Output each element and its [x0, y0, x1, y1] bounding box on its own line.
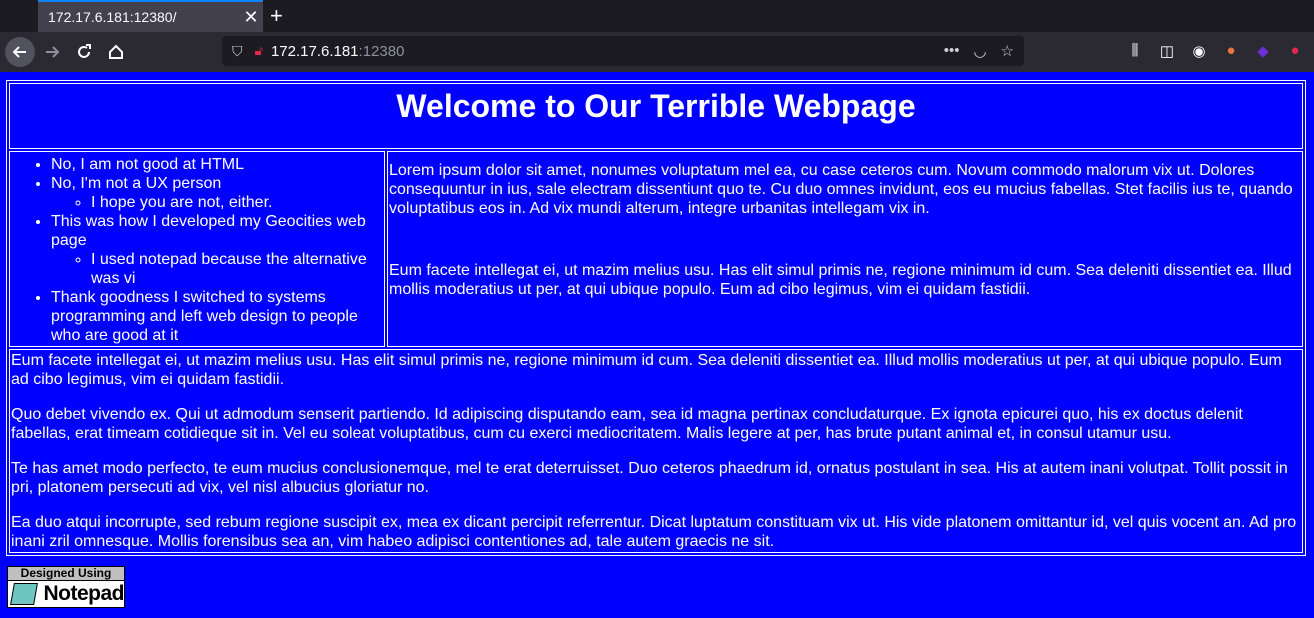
extension-red-icon[interactable]: ● [1286, 42, 1304, 60]
badge-caption: Designed Using [7, 566, 125, 581]
sidebar-icon[interactable]: ◫ [1158, 42, 1176, 60]
bottom-cell: Eum facete intellegat ei, ut mazim meliu… [9, 349, 1303, 553]
star-icon[interactable]: ☆ [1001, 42, 1014, 60]
list-item: No, I'm not a UX person I hope you are n… [51, 174, 383, 212]
sub-list-item: I used notepad because the alternative w… [91, 250, 383, 288]
lorem-cell: Lorem ipsum dolor sit amet, nonumes volu… [387, 151, 1303, 347]
list-item: No, I am not good at HTML [51, 155, 383, 174]
web-page: Welcome to Our Terrible Webpage No, I am… [0, 74, 1314, 618]
shield-icon[interactable]: ⛉ [232, 43, 243, 60]
badge-name: Notepad [43, 582, 125, 605]
paragraph: Quo debet vivendo ex. Qui ut admodum sen… [11, 406, 1243, 442]
url-bar[interactable]: ⛉ 🔓︎ 172.17.6.181:12380 ••• ◡ ☆ [222, 36, 1024, 66]
extension-purple-icon[interactable]: ◆ [1254, 42, 1272, 60]
navigation-bar: ⛉ 🔓︎ 172.17.6.181:12380 ••• ◡ ☆ ⫼ ◫ ◉ ● … [0, 32, 1314, 72]
tab-title: 172.17.6.181:12380/ [48, 9, 177, 25]
reload-icon[interactable] [70, 38, 98, 66]
paragraph: Te has amet modo perfecto, te eum mucius… [11, 460, 1288, 496]
extension-fox-icon[interactable]: ● [1222, 42, 1240, 60]
paragraph: Eum facete intellegat ei, ut mazim meliu… [11, 352, 1282, 388]
account-icon[interactable]: ◉ [1190, 42, 1208, 60]
bullet-list: No, I am not good at HTML No, I'm not a … [11, 155, 383, 345]
insecure-lock-icon[interactable]: 🔓︎ [255, 43, 263, 59]
paragraph: Ea duo atqui incorrupte, sed rebum regio… [11, 514, 1297, 550]
close-icon[interactable]: ✕ [239, 7, 263, 28]
back-icon[interactable] [5, 37, 35, 67]
url-host: 172.17.6.181 [270, 42, 359, 60]
browser-tab[interactable]: 172.17.6.181:12380/ ✕ [38, 0, 263, 32]
layout-table: Welcome to Our Terrible Webpage No, I am… [6, 80, 1306, 556]
notepad-icon [10, 583, 38, 605]
list-cell: No, I am not good at HTML No, I'm not a … [9, 151, 385, 347]
list-item: Thank goodness I switched to systems pro… [51, 288, 383, 345]
header-cell: Welcome to Our Terrible Webpage [9, 83, 1303, 149]
forward-icon[interactable] [38, 38, 66, 66]
sub-list-item: I hope you are not, either. [91, 193, 383, 212]
library-icon[interactable]: ⫼ [1126, 42, 1144, 60]
page-title: Welcome to Our Terrible Webpage [396, 88, 916, 124]
pocket-icon[interactable]: ◡ [973, 42, 986, 60]
home-icon[interactable] [102, 38, 130, 66]
notepad-badge: Designed Using Notepad [7, 566, 125, 608]
url-port: :12380 [358, 42, 405, 60]
tab-bar: 172.17.6.181:12380/ ✕ + [0, 0, 1314, 32]
more-icon[interactable]: ••• [944, 42, 960, 60]
paragraph: Eum facete intellegat ei, ut mazim meliu… [389, 262, 1292, 298]
paragraph: Lorem ipsum dolor sit amet, nonumes volu… [389, 162, 1293, 217]
new-tab-button[interactable]: + [270, 3, 283, 29]
list-item: This was how I developed my Geocities we… [51, 212, 383, 288]
